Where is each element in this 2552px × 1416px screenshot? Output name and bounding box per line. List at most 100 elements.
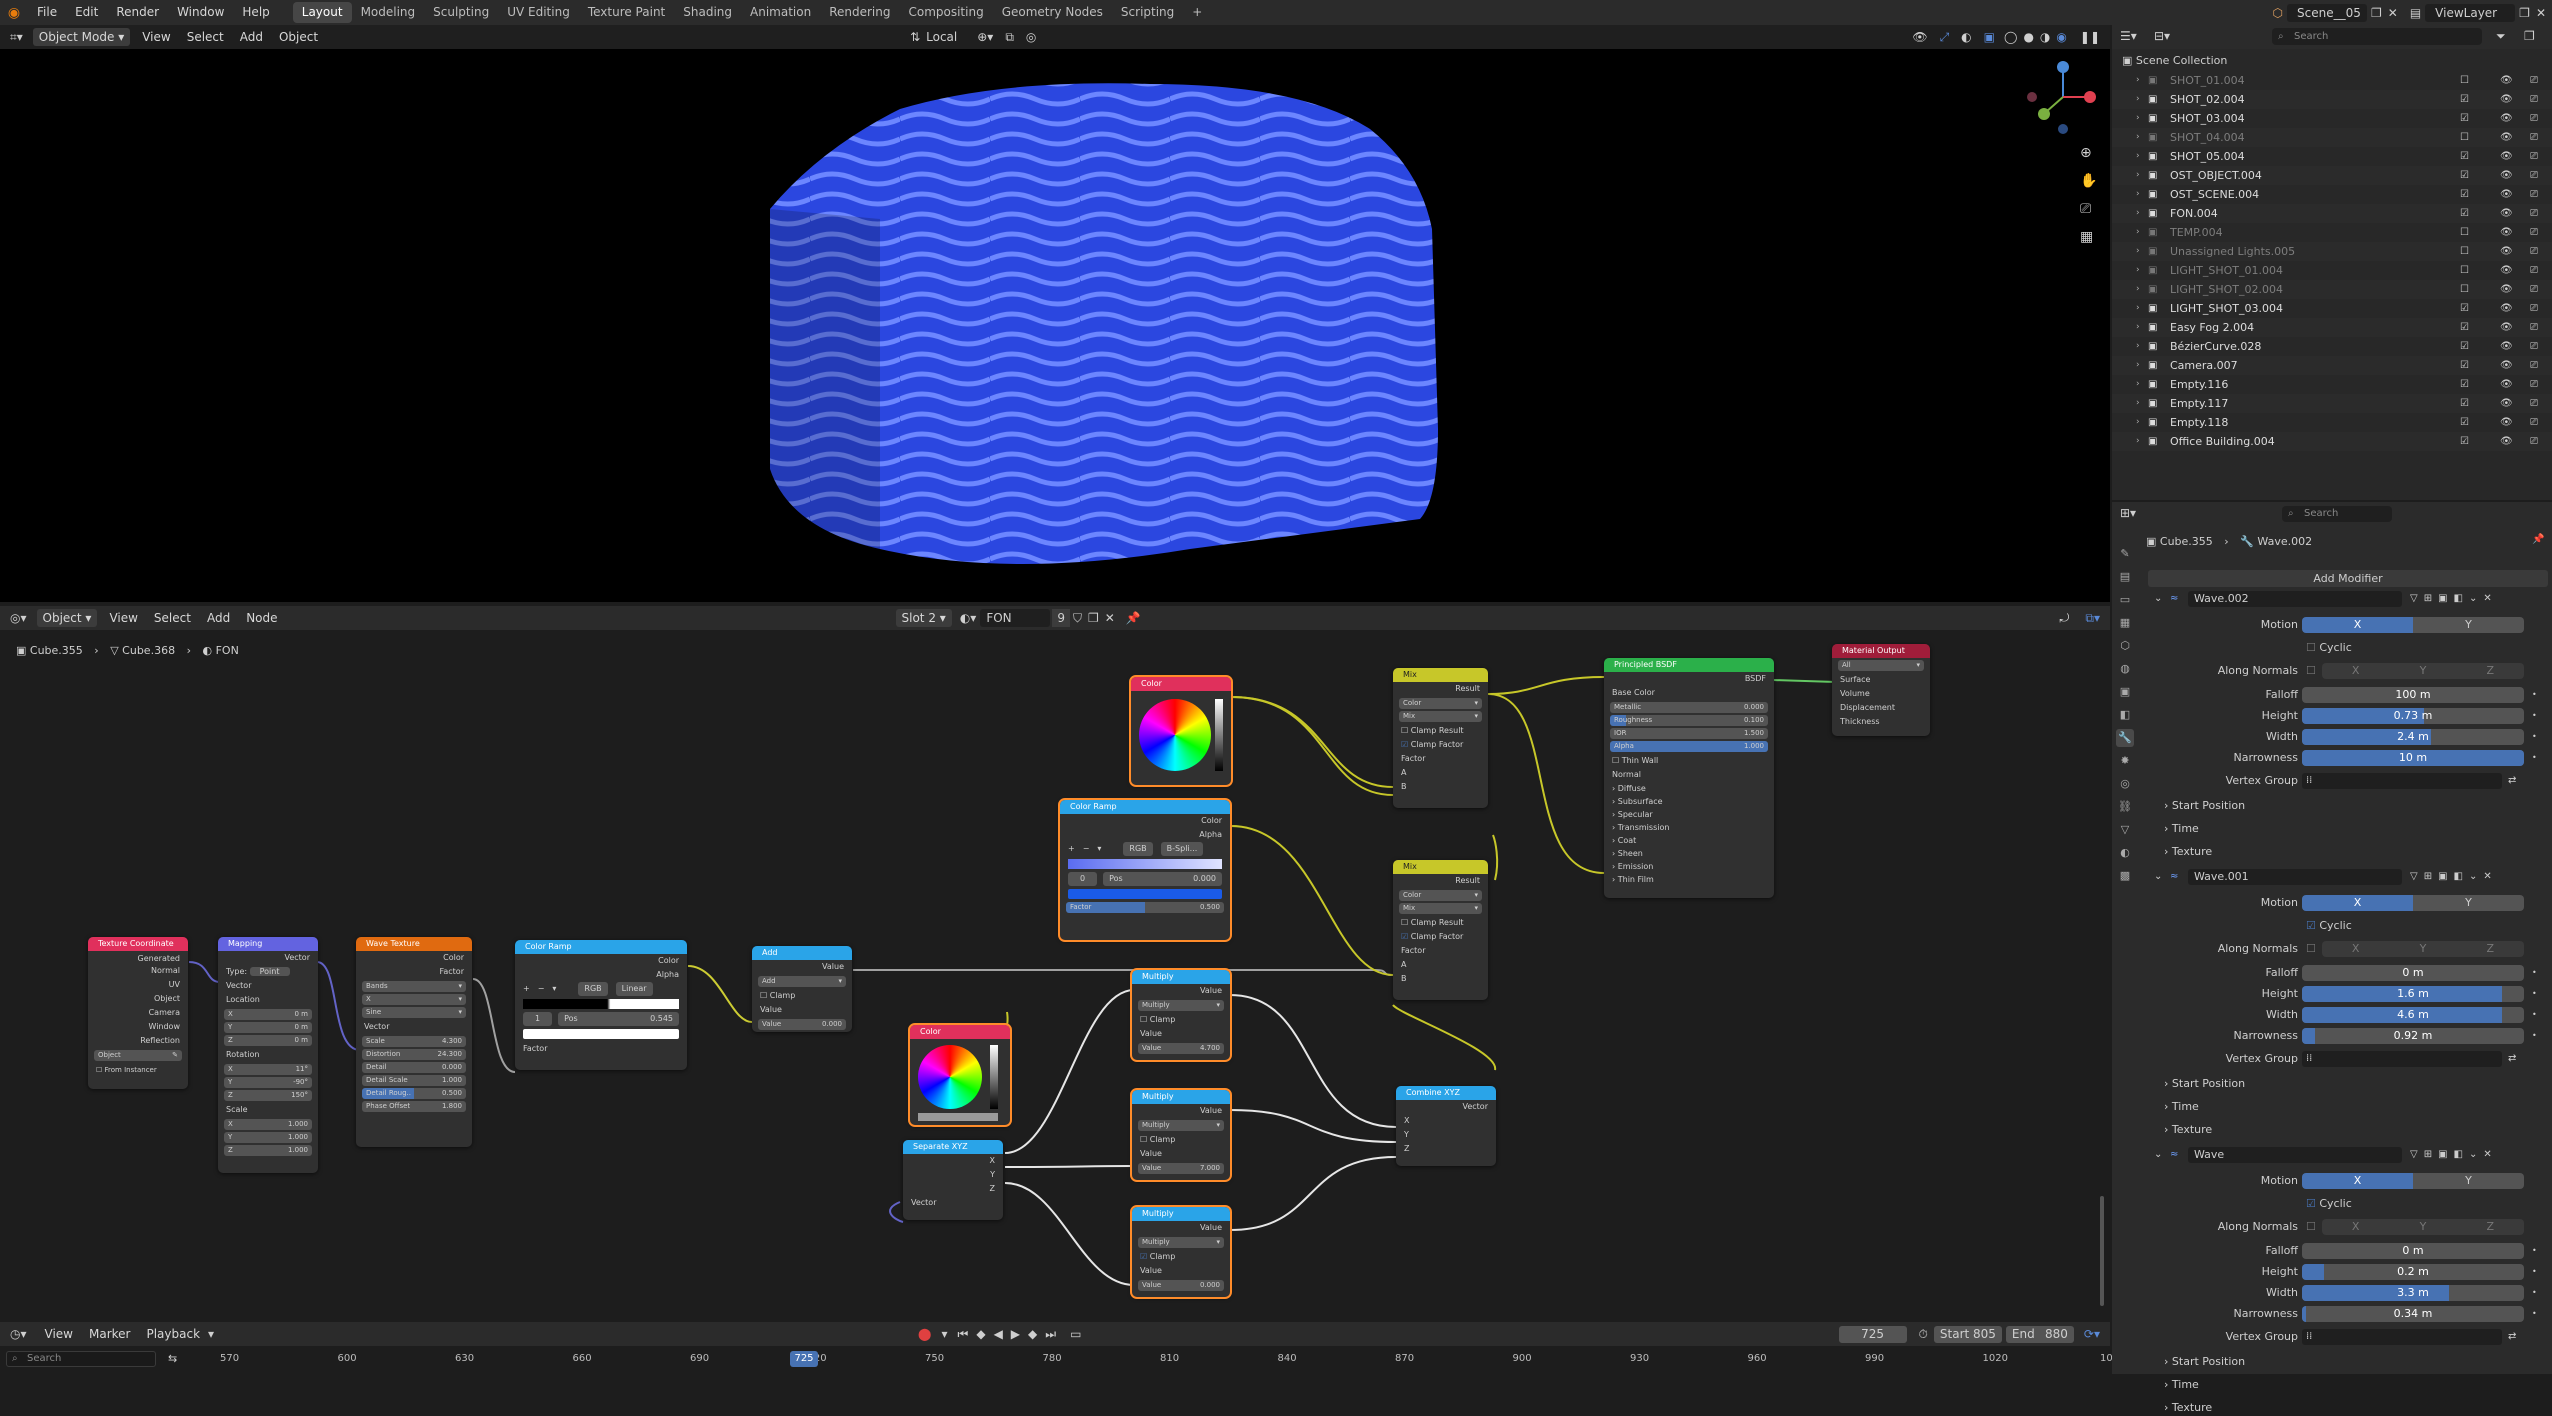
interpolation-dropdown[interactable]: B-Spli... <box>1160 842 1204 856</box>
node-multiply-3[interactable]: Multiply Value Multiply ▾ ☑ Clamp Value V… <box>1130 1205 1232 1299</box>
pause-icon[interactable]: ❚❚ <box>2070 30 2110 44</box>
editor-type-icon[interactable]: ⌗▾ <box>0 30 33 45</box>
node-mix-2[interactable]: Mix Result Color ▾ Mix ▾ ☐ Clamp Result ☑ … <box>1393 860 1488 1000</box>
node-multiply-1[interactable]: Multiply Value Multiply ▾ ☐ Clamp Value V… <box>1130 968 1232 1062</box>
interpolation-dropdown[interactable]: Linear <box>615 982 653 996</box>
output-alpha[interactable]: Alpha <box>1060 828 1230 842</box>
alpha-field[interactable]: Alpha 1.000 <box>1610 741 1768 752</box>
axis-y-button[interactable]: Y <box>2389 941 2456 957</box>
mapping-type-row[interactable]: Type: Point <box>218 965 318 979</box>
exclude-checkbox[interactable]: ☐ <box>2460 71 2469 90</box>
properties-tab-texture-icon[interactable]: ▩ <box>2116 867 2134 885</box>
expand-arrow-icon[interactable]: › <box>2136 337 2140 356</box>
exclude-checkbox[interactable]: ☑ <box>2460 356 2469 375</box>
render-camera-icon[interactable]: ⎚ <box>2530 318 2538 337</box>
timeline-search-field[interactable]: ⌕ Search <box>6 1351 156 1367</box>
output-result[interactable]: Result <box>1393 874 1488 888</box>
panel-transmission[interactable]: › Transmission <box>1604 821 1774 834</box>
blend-mode-dropdown[interactable]: Mix ▾ <box>1399 711 1482 722</box>
fake-user-icon[interactable]: ⛉ <box>1070 611 1085 626</box>
input-y[interactable]: Y <box>1396 1128 1496 1142</box>
eyedropper-icon[interactable]: ✎ <box>172 1050 178 1061</box>
clamp-result-checkbox[interactable]: ☐ Clamp Result <box>1393 916 1488 930</box>
exclude-checkbox[interactable]: ☑ <box>2460 90 2469 109</box>
expand-arrow-icon[interactable]: › <box>2136 299 2140 318</box>
remove-stop-icon[interactable]: − <box>538 982 545 996</box>
pin-icon[interactable]: 📌 <box>1118 611 1149 625</box>
render-camera-icon[interactable]: ⎚ <box>2530 394 2538 413</box>
keyframe-dot-icon[interactable]: • <box>2532 1264 2537 1280</box>
viewport-canvas[interactable]: ⊕ ✋ ⎚ ▦ <box>0 49 2110 602</box>
metallic-field[interactable]: Metallic 0.000 <box>1610 702 1768 713</box>
panel-specular[interactable]: › Specular <box>1604 808 1774 821</box>
axis-x-button[interactable]: X <box>2322 941 2389 957</box>
keyframe-dot-icon[interactable]: • <box>2532 1306 2537 1322</box>
node-menu-select[interactable]: Select <box>146 611 199 625</box>
input-b[interactable]: B <box>1393 972 1488 986</box>
subpanel-start-position[interactable]: › Start Position <box>2164 798 2245 814</box>
exclude-checkbox[interactable]: ☑ <box>2460 147 2469 166</box>
tab-animation[interactable]: Animation <box>741 2 820 23</box>
motion-axis-toggle[interactable]: XY <box>2302 1173 2524 1189</box>
wave-detail-scale-field[interactable]: Detail Scale 1.000 <box>362 1075 466 1086</box>
wave-direction-dropdown[interactable]: X ▾ <box>362 994 466 1005</box>
blender-logo-icon[interactable]: ◉ <box>0 5 28 21</box>
filter-icon[interactable]: ⏷ <box>2496 29 2506 44</box>
input-displacement[interactable]: Displacement <box>1832 701 1930 715</box>
input-value[interactable]: Value <box>1132 1264 1230 1278</box>
value-field[interactable]: Value 7.000 <box>1138 1163 1224 1174</box>
rotation-x[interactable]: X 11° <box>224 1064 312 1075</box>
tab-scripting[interactable]: Scripting <box>1112 2 1183 23</box>
keyframe-dot-icon[interactable]: • <box>2532 965 2537 981</box>
exclude-checkbox[interactable]: ☑ <box>2460 166 2469 185</box>
outliner-row[interactable]: › ▣ Empty.116 ☑ 👁 ⎚ <box>2112 375 2552 394</box>
new-scene-icon[interactable]: ❐ <box>2367 6 2386 20</box>
wave-phase-offset-field[interactable]: Phase Offset 1.800 <box>362 1101 466 1112</box>
axis-y-button[interactable]: Y <box>2389 663 2456 679</box>
output-result[interactable]: Result <box>1393 682 1488 696</box>
motion-x-button[interactable]: X <box>2302 895 2413 911</box>
motion-y-button[interactable]: Y <box>2413 895 2524 911</box>
render-camera-icon[interactable]: ⎚ <box>2530 261 2538 280</box>
subpanel-texture[interactable]: › Texture <box>2164 1122 2212 1138</box>
navigation-gizmo[interactable] <box>2018 57 2098 137</box>
expand-arrow-icon[interactable]: › <box>2136 223 2140 242</box>
expand-arrow-icon[interactable]: › <box>2136 432 2140 451</box>
outliner-search-input[interactable]: ⌕ Search <box>2272 28 2482 45</box>
motion-axis-toggle[interactable]: XY <box>2302 617 2524 633</box>
output-vector[interactable]: Vector <box>218 951 318 965</box>
output-normal[interactable]: Normal <box>88 964 188 978</box>
output-y[interactable]: Y <box>903 1168 1003 1182</box>
color-wheel[interactable] <box>918 1045 982 1109</box>
clamp-result-checkbox[interactable]: ☐ Clamp Result <box>1393 724 1488 738</box>
operation-dropdown[interactable]: Multiply ▾ <box>1138 1120 1224 1131</box>
gizmo-icon[interactable]: ⤢ <box>1934 30 1956 45</box>
overlay-icon[interactable]: ◐ <box>1955 30 1977 44</box>
cyclic-checkbox[interactable]: ☐ Cyclic <box>2306 640 2352 656</box>
menu-help[interactable]: Help <box>233 0 278 25</box>
properties-tab-material-icon[interactable]: ◐ <box>2116 844 2134 862</box>
outliner-row[interactable]: › ▣ Office Building.004 ☑ 👁 ⎚ <box>2112 432 2552 451</box>
visibility-eye-icon[interactable]: 👁 <box>2500 375 2513 394</box>
visibility-eye-icon[interactable]: 👁 <box>2500 242 2513 261</box>
shading-rendered-icon[interactable]: ◉ <box>2053 30 2069 44</box>
wave-detail-field[interactable]: Detail 0.000 <box>362 1062 466 1073</box>
invert-vertex-group-icon[interactable]: ⇄ <box>2508 773 2516 789</box>
properties-tab-tool-icon[interactable]: ✎ <box>2116 545 2134 563</box>
location-x[interactable]: X 0 m <box>224 1009 312 1020</box>
output-value[interactable]: Value <box>752 960 852 974</box>
brightness-slider[interactable] <box>990 1045 998 1109</box>
tab-rendering[interactable]: Rendering <box>820 2 899 23</box>
outliner-row[interactable]: › ▣ SHOT_03.004 ☑ 👁 ⎚ <box>2112 109 2552 128</box>
clamp-factor-checkbox[interactable]: ☑ Clamp Factor <box>1393 738 1488 752</box>
chevron-down-icon[interactable]: ▾ <box>552 982 556 996</box>
output-color[interactable]: Color <box>356 951 472 965</box>
along-normals-axes[interactable]: XYZ <box>2322 663 2524 679</box>
stop-index-field[interactable]: 1 <box>523 1012 553 1026</box>
expand-arrow-icon[interactable]: › <box>2136 375 2140 394</box>
output-vector[interactable]: Vector <box>1396 1100 1496 1114</box>
exclude-checkbox[interactable]: ☑ <box>2460 432 2469 451</box>
node-math-add[interactable]: Add Value Add ▾ ☐ Clamp Value Value 0.000 <box>752 946 852 1032</box>
axis-x-button[interactable]: X <box>2322 663 2389 679</box>
input-vector[interactable]: Vector <box>218 979 318 993</box>
